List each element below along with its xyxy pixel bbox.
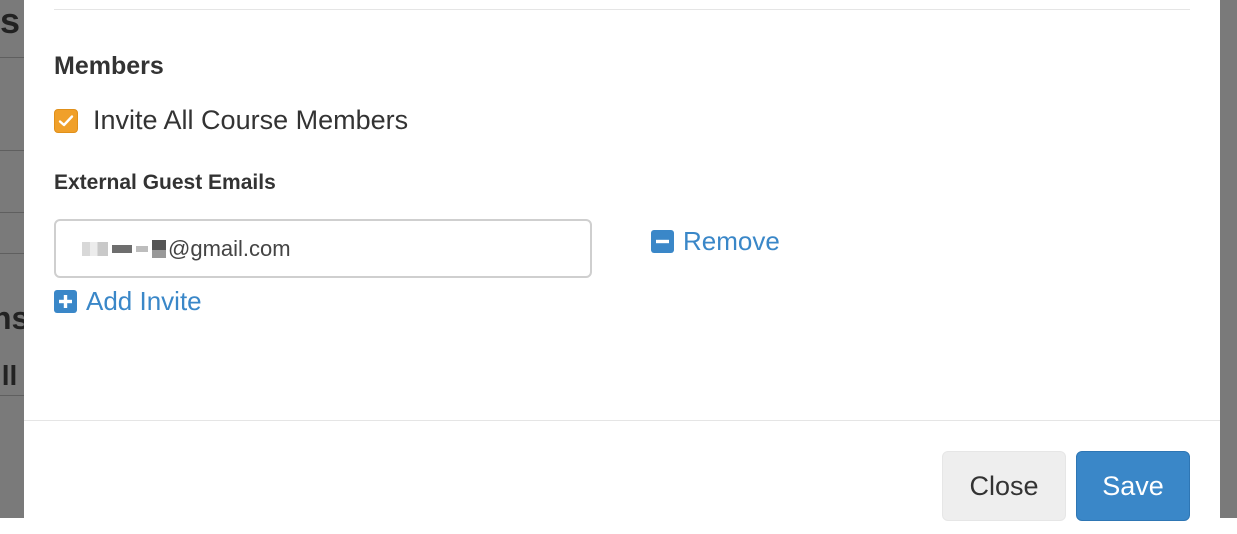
background-divider xyxy=(0,150,24,151)
footer-divider xyxy=(24,420,1220,421)
add-invite-button[interactable]: Add Invite xyxy=(54,286,202,317)
background-divider xyxy=(0,253,24,254)
redacted-text xyxy=(112,244,132,253)
invite-all-checkbox[interactable] xyxy=(54,108,78,133)
redacted-text xyxy=(82,241,108,256)
check-icon xyxy=(58,114,74,126)
invite-all-label: Invite All Course Members xyxy=(93,105,409,135)
members-section-title: Members xyxy=(54,52,164,80)
redacted-text xyxy=(136,245,148,252)
background-divider xyxy=(0,57,24,58)
guest-emails-label: External Guest Emails xyxy=(54,171,276,194)
invite-all-members-option[interactable]: Invite All Course Members xyxy=(54,105,408,136)
remove-invite-button[interactable]: Remove xyxy=(651,226,780,257)
guest-email-input[interactable]: @gmail.com xyxy=(54,219,592,278)
background-divider xyxy=(0,212,24,213)
close-button[interactable]: Close xyxy=(942,451,1066,521)
remove-invite-label: Remove xyxy=(683,226,780,256)
background-divider xyxy=(0,395,24,396)
save-button[interactable]: Save xyxy=(1076,451,1190,521)
invite-modal: Members Invite All Course Members Extern… xyxy=(24,0,1220,534)
add-invite-label: Add Invite xyxy=(86,286,202,316)
background-heading-fragment: s xyxy=(0,0,21,41)
redacted-text xyxy=(152,239,166,258)
header-divider xyxy=(54,9,1190,10)
guest-email-value: @gmail.com xyxy=(168,235,291,261)
background-text-fragment: ill xyxy=(0,360,18,391)
plus-square-icon xyxy=(54,290,77,313)
minus-square-icon xyxy=(651,230,674,253)
